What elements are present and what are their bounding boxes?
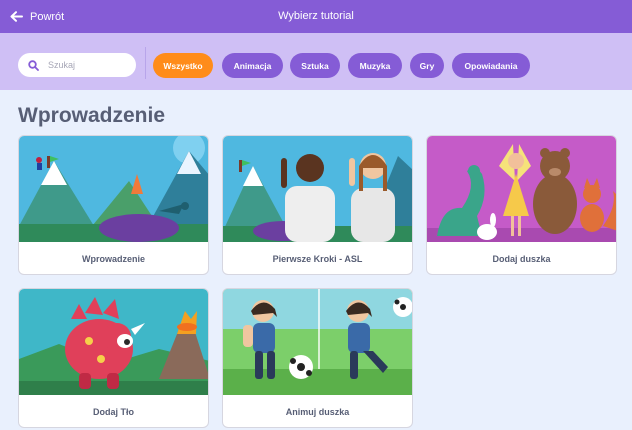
tutorial-card-pierwsze-kroki-asl[interactable]: Pierwsze Kroki - ASL — [222, 135, 413, 275]
card-title: Animuj duszka — [285, 407, 350, 417]
filter-chip-gry[interactable]: Gry — [410, 53, 444, 78]
header-bar: Powrót Wybierz tutorial — [0, 0, 632, 33]
back-button[interactable]: Powrót — [10, 0, 64, 33]
mountains-bird-illustration — [19, 136, 208, 242]
tutorial-card-dodaj-tlo[interactable]: Dodaj Tło — [18, 288, 209, 428]
search-input[interactable] — [48, 60, 118, 70]
arrow-left-icon — [10, 11, 23, 22]
page-title: Wybierz tutorial — [278, 10, 354, 22]
card-title: Pierwsze Kroki - ASL — [272, 254, 363, 264]
soccer-player-illustration — [223, 289, 412, 395]
filter-chip-wszystko[interactable]: Wszystko — [153, 53, 213, 78]
filter-chip-opowiadania[interactable]: Opowiadania — [452, 53, 530, 78]
search-icon — [28, 59, 39, 71]
card-title: Wprowadzenie — [81, 254, 145, 264]
tutorial-card-wprowadzenie[interactable]: Wprowadzenie — [18, 135, 209, 275]
characters-illustration — [427, 136, 616, 242]
filter-chip-muzyka[interactable]: Muzyka — [348, 53, 402, 78]
tutorial-card-animuj-duszka[interactable]: Animuj duszka — [222, 288, 413, 428]
filter-bar: Wszystko Animacja Sztuka Muzyka Gry Opow… — [0, 33, 632, 90]
dinosaur-volcano-illustration — [19, 289, 208, 395]
back-label: Powrót — [30, 10, 65, 23]
search-box — [18, 53, 136, 77]
card-title: Dodaj duszka — [492, 254, 551, 264]
filter-chip-animacja[interactable]: Animacja — [222, 53, 283, 78]
filter-divider — [145, 47, 146, 79]
filter-chip-sztuka[interactable]: Sztuka — [290, 53, 340, 78]
card-title: Dodaj Tło — [93, 407, 134, 417]
tutorial-card-dodaj-duszka[interactable]: Dodaj duszka — [426, 135, 617, 275]
section-heading: Wprowadzenie — [18, 104, 166, 127]
presenters-illustration — [223, 136, 412, 242]
